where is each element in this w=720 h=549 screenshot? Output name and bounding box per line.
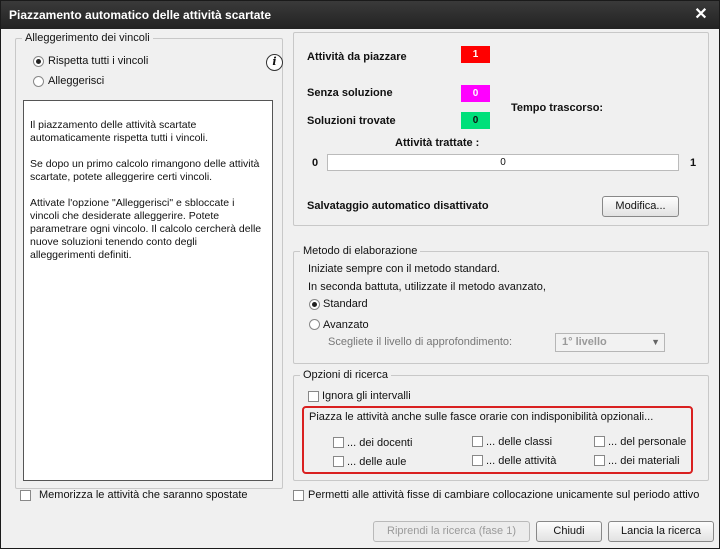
classes-checkbox[interactable] xyxy=(472,436,483,447)
ignore-intervals-checkbox[interactable] xyxy=(308,391,319,402)
method-hint-1: Iniziate sempre con il metodo standard. xyxy=(308,263,500,275)
activities-checkbox[interactable] xyxy=(472,455,483,466)
info-icon[interactable]: i xyxy=(266,54,283,71)
ignore-intervals-label[interactable]: Ignora gli intervalli xyxy=(322,390,411,402)
close-button[interactable]: Chiudi xyxy=(536,521,602,542)
allow-fixed-checkbox[interactable] xyxy=(293,490,304,501)
elapsed-label: Tempo trascorso: xyxy=(511,102,604,114)
progress-min: 0 xyxy=(312,157,319,169)
lighten-constraints-radio[interactable] xyxy=(33,76,44,87)
window-title: Piazzamento automatico delle attività sc… xyxy=(9,8,272,22)
solutions-label: Soluzioni trovate xyxy=(307,115,396,127)
info-paragraph: Il piazzamento delle attività scartate a… xyxy=(30,119,208,144)
info-paragraph: Se dopo un primo calcolo rimangono delle… xyxy=(30,158,260,183)
remember-moved-label[interactable]: Memorizza le attività che saranno sposta… xyxy=(39,489,248,501)
respect-constraints-label[interactable]: Rispetta tutti i vincoli xyxy=(48,55,148,67)
materials-label[interactable]: ... dei materiali xyxy=(608,455,680,467)
method-legend: Metodo di elaborazione xyxy=(303,245,418,257)
optional-slots-label: Piazza le attività anche sulle fasce ora… xyxy=(309,411,654,423)
processed-label: Attività trattate : xyxy=(395,137,480,149)
progress-bar: 0 xyxy=(327,154,679,171)
teachers-label[interactable]: ... dei docenti xyxy=(347,437,412,449)
standard-radio[interactable] xyxy=(309,299,320,310)
activities-label[interactable]: ... delle attività xyxy=(486,455,556,467)
autosave-label: Salvataggio automatico disattivato xyxy=(307,200,489,212)
constraints-legend: Alleggerimento dei vincoli xyxy=(25,32,150,44)
allow-fixed-label[interactable]: Permetti alle attività fisse di cambiare… xyxy=(308,489,699,501)
progress-value: 0 xyxy=(500,157,506,168)
standard-label[interactable]: Standard xyxy=(323,298,368,310)
depth-value: 1° livello xyxy=(562,336,607,348)
progress-max: 1 xyxy=(690,157,697,169)
launch-search-button[interactable]: Lancia la ricerca xyxy=(608,521,714,542)
rooms-label[interactable]: ... delle aule xyxy=(347,456,406,468)
staff-checkbox[interactable] xyxy=(594,436,605,447)
modify-button[interactable]: Modifica... xyxy=(602,196,679,217)
materials-checkbox[interactable] xyxy=(594,455,605,466)
title-bar: Piazzamento automatico delle attività sc… xyxy=(1,1,719,29)
advanced-label[interactable]: Avanzato xyxy=(323,319,369,331)
no-solution-label: Senza soluzione xyxy=(307,87,393,99)
classes-label[interactable]: ... delle classi xyxy=(486,436,552,448)
remember-moved-checkbox[interactable] xyxy=(20,490,31,501)
lighten-constraints-label[interactable]: Alleggerisci xyxy=(48,75,104,87)
info-paragraph: Attivate l'opzione "Alleggerisci" e sblo… xyxy=(30,197,262,261)
to-place-label: Attività da piazzare xyxy=(307,51,407,63)
chevron-down-icon: ▼ xyxy=(651,337,660,347)
staff-label[interactable]: ... del personale xyxy=(608,436,686,448)
depth-label: Scegliete il livello di approfondimento: xyxy=(328,336,513,348)
advanced-radio[interactable] xyxy=(309,319,320,330)
constraints-info-box: Il piazzamento delle attività scartate a… xyxy=(23,100,273,481)
to-place-value: 1 xyxy=(461,46,490,63)
depth-select[interactable]: 1° livello ▼ xyxy=(555,333,665,352)
teachers-checkbox[interactable] xyxy=(333,437,344,448)
solutions-value: 0 xyxy=(461,112,490,129)
dialog-window: Piazzamento automatico delle attività sc… xyxy=(0,0,720,549)
resume-search-button[interactable]: Riprendi la ricerca (fase 1) xyxy=(373,521,530,542)
method-hint-2: In seconda battuta, utilizzate il metodo… xyxy=(308,281,546,293)
rooms-checkbox[interactable] xyxy=(333,456,344,467)
close-icon[interactable]: ✕ xyxy=(691,1,711,29)
no-solution-value: 0 xyxy=(461,85,490,102)
respect-constraints-radio[interactable] xyxy=(33,56,44,67)
search-legend: Opzioni di ricerca xyxy=(303,369,388,381)
